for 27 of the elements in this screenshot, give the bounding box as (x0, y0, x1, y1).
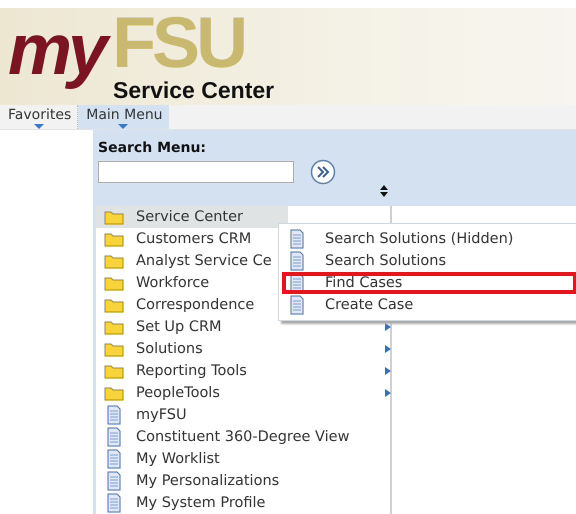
menu-item[interactable]: My System Profile (96, 492, 288, 514)
menu-tab[interactable]: Main Menu (78, 105, 169, 129)
folder-icon (104, 385, 124, 401)
folder-icon (104, 341, 124, 357)
menu-item[interactable]: PeopleTools (96, 382, 288, 404)
folder-icon (104, 209, 124, 225)
menu-item[interactable]: Service Center (96, 206, 288, 228)
folder-icon (104, 363, 124, 379)
menu-item[interactable]: Constituent 360-Degree View (96, 426, 356, 448)
go-button[interactable] (310, 159, 336, 185)
search-field[interactable] (98, 161, 294, 183)
search-label: Search Menu: (98, 140, 206, 156)
folder-icon (104, 253, 124, 269)
menu-item[interactable]: My Worklist (96, 448, 288, 470)
menu-item[interactable]: My Personalizations (96, 470, 288, 492)
folder-icon (104, 319, 124, 335)
folder-icon (104, 231, 124, 247)
folder-icon (104, 275, 124, 291)
menu-item[interactable]: Reporting Tools (96, 360, 288, 382)
folder-icon (104, 297, 124, 313)
sort-icon[interactable] (379, 184, 389, 198)
menu-item[interactable]: Set Up CRM (96, 316, 288, 338)
logo-text: FSU (112, 8, 244, 78)
logo-text: my (8, 8, 112, 92)
site-title: Service Center (113, 78, 276, 102)
menu-item[interactable]: myFSU (96, 404, 288, 426)
menu-item[interactable]: Solutions (96, 338, 288, 360)
